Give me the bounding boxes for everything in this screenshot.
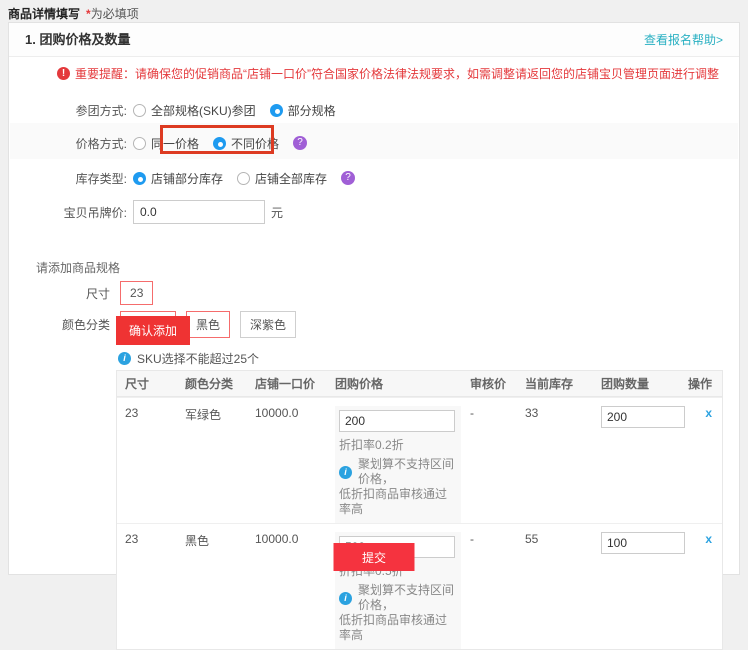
sku-table-header: 尺寸 颜色分类 店铺一口价 团购价格 审核价 当前库存 团购数量 操作 [117, 371, 722, 397]
page-title: 商品详情填写*为必填项 [8, 5, 139, 22]
row-action-cell: x [686, 406, 720, 420]
join-method-option-partial[interactable]: 部分规格 [270, 102, 336, 119]
col-header-group-price: 团购价格 [327, 375, 462, 392]
stock-type-help-icon[interactable]: ? [341, 171, 355, 185]
size-spec-row: 尺寸 23 [86, 281, 163, 305]
col-header-size: 尺寸 [117, 375, 177, 392]
delete-row-link[interactable]: x [705, 406, 712, 420]
info-icon: i [118, 352, 131, 365]
radio-selected-icon[interactable] [133, 172, 146, 185]
row-color: 黑色 [177, 532, 247, 549]
stock-type-option-all-label: 店铺全部库存 [255, 170, 327, 187]
row-list-price: 10000.0 [247, 532, 327, 546]
price-method-label: 价格方式: [9, 135, 127, 152]
help-link[interactable]: 查看报名帮助> [644, 23, 723, 57]
row-color: 军绿色 [177, 406, 247, 423]
size-label: 尺寸 [86, 285, 110, 302]
table-row: 23 军绿色 10000.0 折扣率0.2折 i 聚划算不支持区间价格， 低折扣… [117, 397, 722, 523]
row-list-price: 10000.0 [247, 406, 327, 420]
radio-selected-icon[interactable] [213, 137, 226, 150]
tag-price-unit: 元 [271, 204, 283, 221]
row-stock: 33 [517, 406, 593, 420]
row-size: 23 [117, 406, 177, 420]
page-title-text: 商品详情填写 [8, 7, 80, 21]
price-method-option-different-label: 不同价格 [231, 135, 279, 152]
join-method-label: 参团方式: [9, 102, 127, 119]
section-header: 1. 团购价格及数量 查看报名帮助> [9, 23, 739, 57]
row-group-price-cell: 折扣率0.2折 i 聚划算不支持区间价格， 低折扣商品审核通过率高 [327, 406, 462, 523]
row-review-price: - [462, 532, 517, 546]
section-title: 1. 团购价格及数量 [25, 23, 130, 57]
info-icon: i [339, 466, 352, 479]
price-tip-line1: 聚划算不支持区间价格， [358, 583, 457, 613]
table-row: 23 黑色 10000.0 折扣率0.5折 i 聚划算不支持区间价格， 低折扣商… [117, 523, 722, 649]
price-method-option-different[interactable]: 不同价格 [213, 135, 279, 152]
price-tip-line1: 聚划算不支持区间价格， [358, 457, 457, 487]
size-tag[interactable]: 23 [120, 281, 153, 305]
group-price-input[interactable] [339, 410, 455, 432]
color-tag-black[interactable]: 黑色 [186, 311, 230, 338]
warning-text: 重要提醒：请确保您的促销商品“店铺一口价”符合国家价格法律法规要求，如需调整请返… [75, 65, 719, 82]
stock-type-option-partial-label: 店铺部分库存 [151, 170, 223, 187]
tag-price-label: 宝贝吊牌价: [9, 204, 127, 221]
price-method-help-icon[interactable]: ? [293, 136, 307, 150]
col-header-review-price: 审核价 [462, 375, 517, 392]
col-header-stock: 当前库存 [517, 375, 593, 392]
price-method-option-same-label: 同一价格 [151, 135, 199, 152]
radio-unselected-icon[interactable] [237, 172, 250, 185]
row-quantity-cell [593, 406, 686, 428]
join-method-option-all-label: 全部规格(SKU)参团 [151, 102, 256, 119]
col-header-color: 颜色分类 [177, 375, 247, 392]
stock-type-label: 库存类型: [9, 170, 127, 187]
tag-price-input[interactable] [133, 200, 265, 224]
delete-row-link[interactable]: x [705, 532, 712, 546]
stock-type-option-all[interactable]: 店铺全部库存 [237, 170, 327, 187]
main-panel: 1. 团购价格及数量 查看报名帮助> ! 重要提醒：请确保您的促销商品“店铺一口… [8, 22, 740, 575]
join-method-row: 参团方式: 全部规格(SKU)参团 部分规格 [9, 100, 350, 120]
stock-type-option-partial[interactable]: 店铺部分库存 [133, 170, 223, 187]
join-method-option-partial-label: 部分规格 [288, 102, 336, 119]
price-method-row: 价格方式: 同一价格 不同价格 ? [9, 133, 307, 153]
warning-icon: ! [57, 67, 70, 80]
confirm-add-button[interactable]: 确认添加 [116, 316, 190, 345]
sku-table: 尺寸 颜色分类 店铺一口价 团购价格 审核价 当前库存 团购数量 操作 23 军… [116, 370, 723, 650]
sku-limit-text: SKU选择不能超过25个 [137, 350, 259, 367]
radio-selected-icon[interactable] [270, 104, 283, 117]
col-header-quantity: 团购数量 [593, 375, 686, 392]
radio-unselected-icon[interactable] [133, 137, 146, 150]
row-quantity-cell [593, 532, 686, 554]
col-header-list-price: 店铺一口价 [247, 375, 327, 392]
price-tip: i 聚划算不支持区间价格， 低折扣商品审核通过率高 [339, 583, 457, 643]
sku-limit-note: i SKU选择不能超过25个 [118, 350, 259, 367]
row-size: 23 [117, 532, 177, 546]
discount-rate: 折扣率0.2折 [339, 436, 457, 453]
join-method-option-all[interactable]: 全部规格(SKU)参团 [133, 102, 256, 119]
stock-type-row: 库存类型: 店铺部分库存 店铺全部库存 ? [9, 168, 355, 188]
quantity-input[interactable] [601, 406, 685, 428]
tag-price-row: 宝贝吊牌价: 元 [9, 199, 283, 225]
col-header-action: 操作 [686, 375, 720, 392]
required-note: 为必填项 [91, 7, 139, 21]
spec-add-title: 请添加商品规格 [36, 259, 120, 276]
warning-message: ! 重要提醒：请确保您的促销商品“店铺一口价”符合国家价格法律法规要求，如需调整… [57, 65, 719, 82]
price-tip-line2: 低折扣商品审核通过率高 [339, 613, 457, 643]
price-tip-line2: 低折扣商品审核通过率高 [339, 487, 457, 517]
info-icon: i [339, 592, 352, 605]
radio-unselected-icon[interactable] [133, 104, 146, 117]
quantity-input[interactable] [601, 532, 685, 554]
row-action-cell: x [686, 532, 720, 546]
price-method-option-same[interactable]: 同一价格 [133, 135, 199, 152]
submit-button[interactable]: 提交 [334, 543, 415, 571]
color-label: 颜色分类 [62, 316, 110, 333]
color-tag-dark-purple[interactable]: 深紫色 [240, 311, 296, 338]
row-review-price: - [462, 406, 517, 420]
row-stock: 55 [517, 532, 593, 546]
price-tip: i 聚划算不支持区间价格， 低折扣商品审核通过率高 [339, 457, 457, 517]
